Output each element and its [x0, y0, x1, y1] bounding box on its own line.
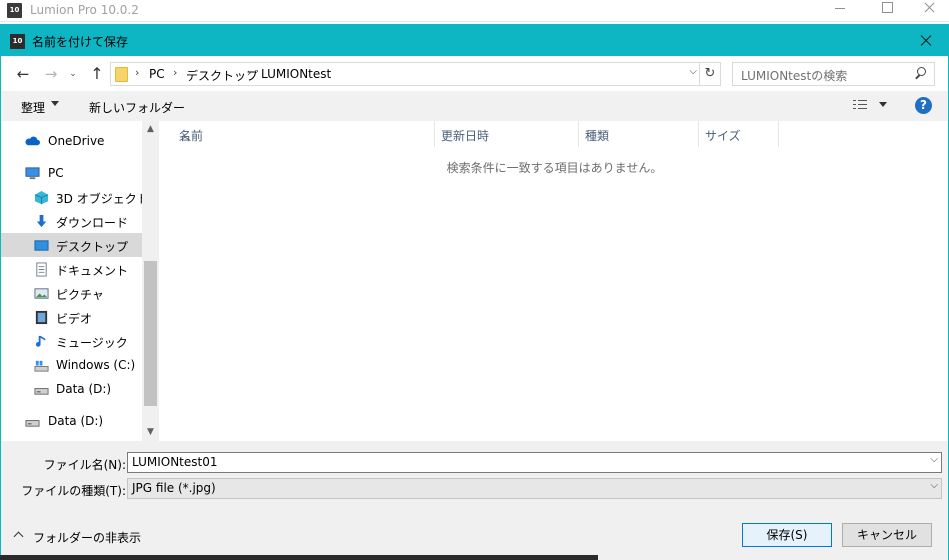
- nav-item-label: ピクチャ: [56, 288, 104, 302]
- app-title-bar: 10 Lumion Pro 10.0.2: [0, 0, 949, 22]
- column-header-size[interactable]: サイズ: [699, 121, 779, 147]
- filetype-value: JPG file (*.jpg): [132, 481, 216, 495]
- caret-down-icon[interactable]: [879, 102, 887, 107]
- cloud-icon: [25, 136, 40, 146]
- organize-menu[interactable]: 整理: [21, 99, 45, 116]
- nav-item-data-d[interactable]: Data (D:): [1, 377, 142, 401]
- up-arrow-icon[interactable]: ↑: [87, 65, 107, 83]
- windows-drive-icon: [34, 360, 49, 372]
- dialog-close-button[interactable]: [902, 25, 948, 56]
- background-app-strip: [0, 555, 598, 560]
- scroll-up-arrow-icon[interactable]: ▲: [142, 121, 159, 138]
- nav-item-label: ダウンロード: [56, 216, 129, 230]
- hide-folders-toggle[interactable]: フォルダーの非表示: [33, 529, 141, 546]
- nav-item-label: Data (D:): [56, 382, 112, 396]
- computer-icon: [25, 167, 40, 180]
- save-options-area: ファイル名(N): LUMIONtest01 ⌵ ファイルの種類(T): JPG…: [1, 441, 948, 560]
- save-button[interactable]: 保存(S): [742, 523, 832, 547]
- music-icon: [35, 335, 46, 347]
- refresh-icon[interactable]: ↻: [700, 62, 721, 86]
- dialog-title-bar: 10 名前を付けて保存: [1, 25, 948, 56]
- desktop-icon: [34, 240, 49, 251]
- filename-field[interactable]: LUMIONtest01 ⌵: [127, 452, 942, 473]
- breadcrumb-separator-icon: ›: [135, 66, 140, 79]
- nav-item-windows-c[interactable]: Windows (C:): [1, 353, 142, 377]
- nav-item-music[interactable]: ミュージック: [1, 329, 142, 353]
- nav-item-label: ミュージック: [56, 336, 128, 350]
- nav-item-downloads[interactable]: ダウンロード: [1, 209, 142, 233]
- column-label: 更新日時: [441, 129, 490, 143]
- nav-item-onedrive[interactable]: OneDrive: [1, 129, 142, 153]
- nav-item-label: PC: [48, 166, 64, 180]
- nav-item-videos[interactable]: ビデオ: [1, 305, 142, 329]
- column-header-name[interactable]: 名前 ︿: [161, 121, 435, 147]
- drive-icon: [34, 388, 49, 395]
- app-close-button[interactable]: [910, 0, 949, 18]
- back-arrow-icon[interactable]: ←: [13, 65, 33, 83]
- search-box[interactable]: LUMIONtestの検索: [732, 62, 935, 86]
- dialog-title: 名前を付けて保存: [32, 35, 129, 49]
- nav-item-label: Data (D:): [48, 414, 104, 428]
- breadcrumb-separator-icon: ›: [173, 66, 178, 79]
- video-icon: [35, 310, 48, 325]
- column-label: 種類: [585, 129, 610, 143]
- caret-down-icon[interactable]: [51, 101, 59, 106]
- app-maximize-button[interactable]: [864, 0, 910, 18]
- chevron-down-icon[interactable]: ⌵: [930, 454, 938, 465]
- nav-scrollbar[interactable]: ▲ ▼: [142, 121, 159, 441]
- breadcrumb-separator-icon: ›: [247, 66, 252, 79]
- navigation-pane: OneDrive PC 3D オブジェクト ダウンロード デスクトップ ドキュメ…: [1, 121, 159, 441]
- cancel-button[interactable]: キャンセル: [842, 523, 932, 547]
- filetype-label: ファイルの種類(T):: [21, 484, 126, 498]
- app-minimize-button[interactable]: [817, 0, 863, 18]
- nav-item-label: OneDrive: [48, 134, 105, 148]
- file-list: 名前 ︿ 更新日時 種類 サイズ 検索条件に一致する項目はありません。: [161, 121, 948, 441]
- nav-item-label: ドキュメント: [56, 264, 129, 278]
- filename-value: LUMIONtest01: [132, 455, 218, 469]
- nav-item-pc[interactable]: PC: [1, 161, 142, 185]
- nav-item-pictures[interactable]: ピクチャ: [1, 281, 142, 305]
- nav-item-documents[interactable]: ドキュメント: [1, 257, 142, 281]
- column-label: サイズ: [705, 129, 741, 143]
- save-as-dialog: 10 名前を付けて保存 ← → ⌄ ↑ › PC › デスクトップ › LUMI…: [0, 24, 949, 560]
- breadcrumb-lumiontest[interactable]: LUMIONtest: [261, 67, 331, 81]
- nav-item-3d-objects[interactable]: 3D オブジェクト: [1, 185, 149, 209]
- filename-label: ファイル名(N):: [43, 458, 126, 472]
- pictures-icon: [34, 288, 49, 299]
- forward-arrow-icon[interactable]: →: [41, 65, 61, 83]
- nav-item-label: ビデオ: [56, 312, 93, 326]
- lumion-logo-icon: 10: [7, 3, 22, 18]
- nav-item-label: デスクトップ: [56, 240, 129, 254]
- empty-results-message: 検索条件に一致する項目はありません。: [446, 161, 663, 175]
- scroll-down-arrow-icon[interactable]: ▼: [142, 424, 159, 441]
- column-header-modified[interactable]: 更新日時: [435, 121, 579, 147]
- nav-item-data-d-root[interactable]: Data (D:): [1, 409, 142, 433]
- scrollbar-thumb[interactable]: [144, 261, 157, 406]
- view-options-icon[interactable]: [853, 100, 867, 111]
- search-icon[interactable]: [915, 67, 926, 78]
- chevron-down-icon[interactable]: ⌵: [930, 480, 938, 491]
- 3d-objects-icon: [34, 190, 49, 205]
- drive-icon: [25, 420, 40, 427]
- address-bar[interactable]: › PC › デスクトップ › LUMIONtest ⌵: [110, 62, 700, 86]
- chevron-up-icon[interactable]: [13, 531, 24, 542]
- download-icon: [36, 214, 47, 228]
- document-icon: [36, 262, 47, 277]
- search-placeholder: LUMIONtestの検索: [741, 69, 848, 83]
- recent-locations-chevron-icon[interactable]: ⌄: [67, 65, 79, 83]
- app-title: Lumion Pro 10.0.2: [30, 3, 139, 17]
- filetype-select[interactable]: JPG file (*.jpg) ⌵: [127, 478, 942, 499]
- column-header-type[interactable]: 種類: [579, 121, 699, 147]
- help-icon[interactable]: ?: [915, 97, 932, 114]
- breadcrumb-pc[interactable]: PC: [149, 67, 165, 81]
- command-toolbar: 整理 新しいフォルダー ?: [1, 91, 948, 121]
- folder-icon: [115, 67, 128, 82]
- lumion-app-icon: 10: [10, 34, 25, 49]
- nav-item-label: Windows (C:): [56, 358, 136, 372]
- nav-item-desktop[interactable]: デスクトップ: [1, 233, 142, 257]
- sort-ascending-icon: ︿: [179, 129, 192, 143]
- nav-item-label: 3D オブジェクト: [56, 192, 149, 206]
- chevron-down-icon[interactable]: ⌵: [689, 66, 697, 77]
- new-folder-button[interactable]: 新しいフォルダー: [89, 99, 185, 116]
